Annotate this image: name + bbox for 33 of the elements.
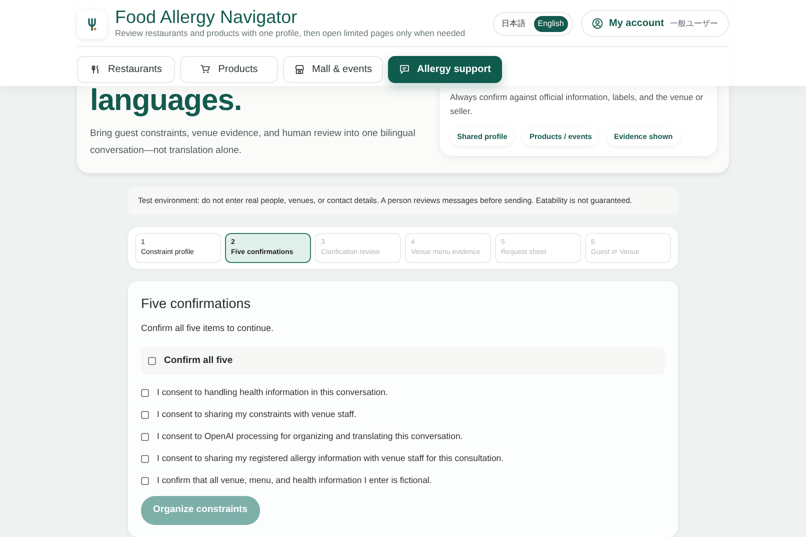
checkbox-label: Confirm all five	[164, 354, 233, 368]
checkbox[interactable]	[148, 357, 156, 366]
checkbox[interactable]	[141, 476, 149, 485]
checkbox-label: I consent to sharing my registered allergy information with venue staff for this consultation.	[157, 452, 504, 466]
cart-icon	[200, 64, 212, 75]
utensils-icon	[90, 64, 102, 75]
chat-icon	[399, 64, 410, 75]
checkbox[interactable]	[141, 388, 149, 397]
checkbox[interactable]	[141, 410, 149, 419]
nav-tab[interactable]: Mall & events	[283, 56, 384, 83]
app-title: Food Allergy Navigator	[115, 8, 298, 27]
panel-text: Always confirm against official information, labels, and the venue or seller.	[450, 91, 704, 118]
user-role: 一般ユーザー	[670, 18, 718, 30]
checkbox-label: I consent to sharing my constraints with venue staff.	[157, 408, 356, 422]
confirm-all-row[interactable]: Confirm all five	[141, 346, 665, 376]
language-option[interactable]: 日本語	[498, 16, 530, 32]
nav-tab[interactable]: Restaurants	[77, 56, 175, 83]
app-subtitle: Review restaurants and products with one profile, then open limited pages only when needed	[115, 27, 466, 40]
checkbox[interactable]	[141, 454, 149, 463]
hero-text: Bring guest constraints, venue evidence, and human review into one bilingual conversation—not translation alone.	[90, 127, 416, 158]
checkbox-label: I consent to OpenAI processing for organizing and translating this conversation.	[157, 430, 463, 444]
user-icon	[592, 18, 603, 30]
account-button[interactable]: My account 一般ユーザー	[580, 10, 729, 38]
hero-heading: languages.	[90, 86, 243, 116]
nav-tab[interactable]: Products	[180, 56, 278, 83]
section-hint: Confirm all five items to continue.	[141, 322, 275, 336]
nav-tab[interactable]: Allergy support	[388, 56, 502, 83]
language-option[interactable]: English	[534, 16, 568, 32]
checkbox[interactable]	[141, 432, 149, 441]
section-title: Five confirmations	[141, 295, 252, 314]
checkbox-label: I confirm that all venue, menu, and health information I enter is fictional.	[157, 474, 432, 488]
checkbox-label: I consent to handling health information in this conversation.	[157, 386, 388, 400]
store-icon	[294, 64, 305, 75]
